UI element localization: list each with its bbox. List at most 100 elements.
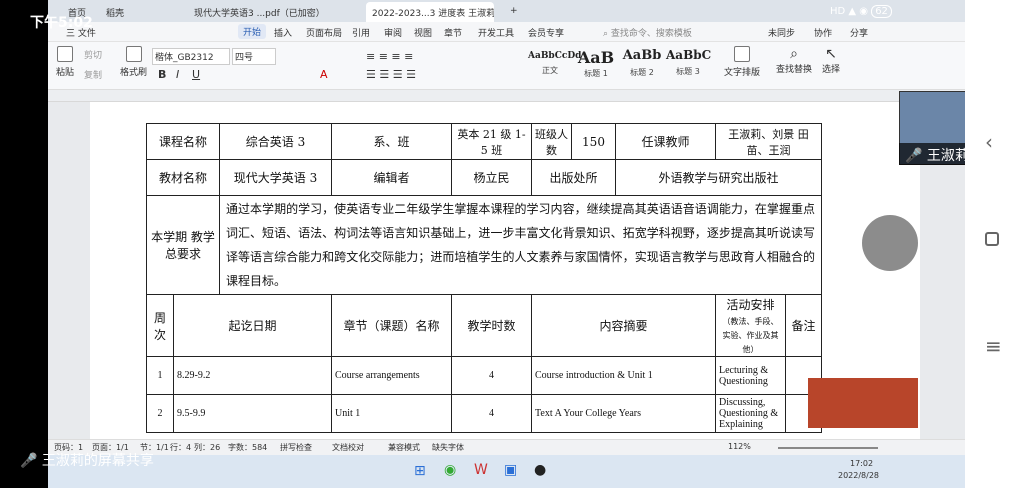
align-toolbar[interactable]: ≡ ≡ ≡ ≡ [366,50,413,63]
menu-view[interactable]: 视图 [414,26,432,39]
word-count[interactable]: 字数：584 [228,442,267,453]
taskbar-time: 17:02 [850,459,874,468]
style-sample: AaBb [622,48,662,63]
search-command[interactable]: ⌕ 查找命令、搜索模板 [603,26,692,39]
share-button[interactable]: 分享 [850,26,868,39]
cell-activities: Lecturing & Questioning [715,356,786,395]
wps-icon[interactable]: W [474,462,488,478]
style-heading-3[interactable]: AaBbC 标题 3 [666,46,712,86]
style-label: 标题 2 [630,68,654,77]
zoom-slider[interactable] [778,447,878,449]
tab-label: 现代大学英语3 ...pdf（已加密） [194,9,325,19]
missing-font[interactable]: 缺失字体 [432,442,464,453]
meeting-icon[interactable]: ▣ [504,462,517,478]
cell-activities: Discussing, Questioning & Explaining [715,394,786,433]
editor-value: 杨立民 [451,159,532,196]
menu-insert[interactable]: 插入 [274,26,292,39]
tab-label: 2022-2023...3 进度表 王淑莉 [372,9,494,19]
new-tab-button[interactable]: + [504,2,524,22]
menu-start[interactable]: 开始 [238,24,267,39]
zoom-level[interactable]: 112% [728,442,751,451]
select-button[interactable]: ↖ 选择 [822,46,840,75]
mic-mute-button[interactable] [862,215,918,271]
style-label: 标题 3 [676,67,700,76]
menu-devtools[interactable]: 开发工具 [478,26,514,39]
paragraph-toolbar[interactable]: ☰ ☰ ☰ ☰ [366,68,416,81]
recents-icon[interactable]: ≡ [985,334,1002,358]
ruler[interactable] [48,90,965,102]
text-layout-label: 文字排版 [724,68,761,78]
app-icon[interactable]: ◉ [444,462,456,478]
android-nav-bar: ‹ ≡ [965,0,1024,488]
qq-icon[interactable]: ● [534,462,546,478]
windows-taskbar: ⊞ ◉ W ▣ ● 17:02 2022/8/28 [48,455,965,488]
header-week: 周次 [146,294,174,357]
spell-check[interactable]: 拼写检查 [280,442,312,453]
tab-progress-doc[interactable]: 2022-2023...3 进度表 王淑莉 [366,2,494,22]
menu-chapter[interactable]: 章节 [444,26,462,39]
style-heading-1[interactable]: AaB 标题 1 [574,46,618,86]
system-status: HD ▲ ◉ 62 [830,5,892,18]
course-name: 综合英语 3 [219,123,332,160]
back-icon[interactable]: ‹ [985,130,993,154]
compat-mode: 兼容模式 [388,443,420,452]
format-painter-button[interactable]: 格式刷 [120,46,147,78]
mic-icon: 🎤 [905,148,923,164]
textbook-label: 教材名称 [146,159,220,196]
cell-chapter: Course arrangements [331,356,452,395]
menu-layout[interactable]: 页面布局 [306,26,342,39]
tab-daoke[interactable]: 稻壳 [100,2,144,22]
requirements-label: 本学期 教学总要求 [146,195,220,295]
table-row: 本学期 教学总要求 通过本学期的学习，使英语专业二年级学生掌握本课程的学习内容，… [146,195,822,295]
font-color-button[interactable]: A [320,68,328,81]
font-name-select[interactable]: 楷体_GB2312 [152,48,230,65]
battery-level: 62 [871,5,892,18]
ribbon-toolbar: 粘贴 剪切 复制 格式刷 楷体_GB2312 四号 B I U A ≡ ≡ ≡ … [48,42,965,90]
menu-references[interactable]: 引用 [352,26,370,39]
presenter-name-tag: 🎤 王淑莉 [899,143,965,165]
dept-label: 系、班 [331,123,452,160]
table-row: 1 8.29-9.2 Course arrangements 4 Course … [146,356,822,395]
copy-button[interactable]: 复制 [84,68,102,81]
style-normal[interactable]: AaBbCcDd 正文 [528,46,581,86]
cell-summary: Course introduction & Unit 1 [531,356,716,395]
teacher-label: 任课教师 [615,123,716,160]
font-size-select[interactable]: 四号 [232,48,276,65]
unsynced-button[interactable]: 未同步 [768,26,795,39]
cut-button[interactable]: 剪切 [84,48,102,61]
menu-review[interactable]: 审阅 [384,26,402,39]
italic-button[interactable]: I [176,68,179,81]
style-sample: AaBbC [666,48,712,62]
start-icon[interactable]: ⊞ [414,463,426,479]
activities-subtitle: （教法、手段、实验、作业及其他） [722,317,779,354]
select-label: 选择 [822,65,841,75]
students-label: 班级人数 [531,123,572,160]
home-icon[interactable] [985,232,999,246]
find-replace-button[interactable]: ⌕ 查找替换 [776,46,812,75]
text-layout-button[interactable]: 文字排版 [724,46,760,78]
header-summary: 内容摘要 [531,294,716,357]
bold-button[interactable]: B [158,68,166,81]
status-bar: 页码：1 页面：1/1 节：1/1 行：4 列：26 字数：584 拼写检查 文… [48,439,965,455]
search-placeholder: 查找命令、搜索模板 [610,29,692,39]
style-heading-2[interactable]: AaBb 标题 2 [620,46,664,86]
tab-pdf[interactable]: 现代大学英语3 ...pdf（已加密） [188,2,358,22]
menu-member[interactable]: 会员专享 [528,26,564,39]
mic-icon: 🎤 [20,453,38,469]
doc-proof[interactable]: 文档校对 [332,442,364,453]
underline-button[interactable]: U [192,68,200,81]
collab-button[interactable]: 协作 [814,26,832,39]
cell-hours: 4 [451,394,532,433]
textbook-value: 现代大学英语 3 [219,159,332,196]
publisher-value: 外语教学与研究出版社 [615,159,822,196]
table-row: 课程名称 综合英语 3 系、班 英本 21 级 1-5 班 班级人数 150 任… [146,123,822,160]
promo-banner[interactable] [808,378,918,428]
paste-button[interactable]: 粘贴 [56,46,74,78]
header-hours: 教学时数 [451,294,532,357]
menu-bar: 三 文件 开始 插入 页面布局 引用 审阅 视图 章节 开发工具 会员专享 ⌕ … [48,22,965,42]
cell-week: 1 [146,356,174,395]
progress-table: 课程名称 综合英语 3 系、班 英本 21 级 1-5 班 班级人数 150 任… [146,123,822,433]
tab-bar: 首页 稻壳 现代大学英语3 ...pdf（已加密） 2022-2023...3 … [48,0,965,22]
presenter-name: 王淑莉 [926,148,965,164]
tab-label: 稻壳 [106,9,125,19]
